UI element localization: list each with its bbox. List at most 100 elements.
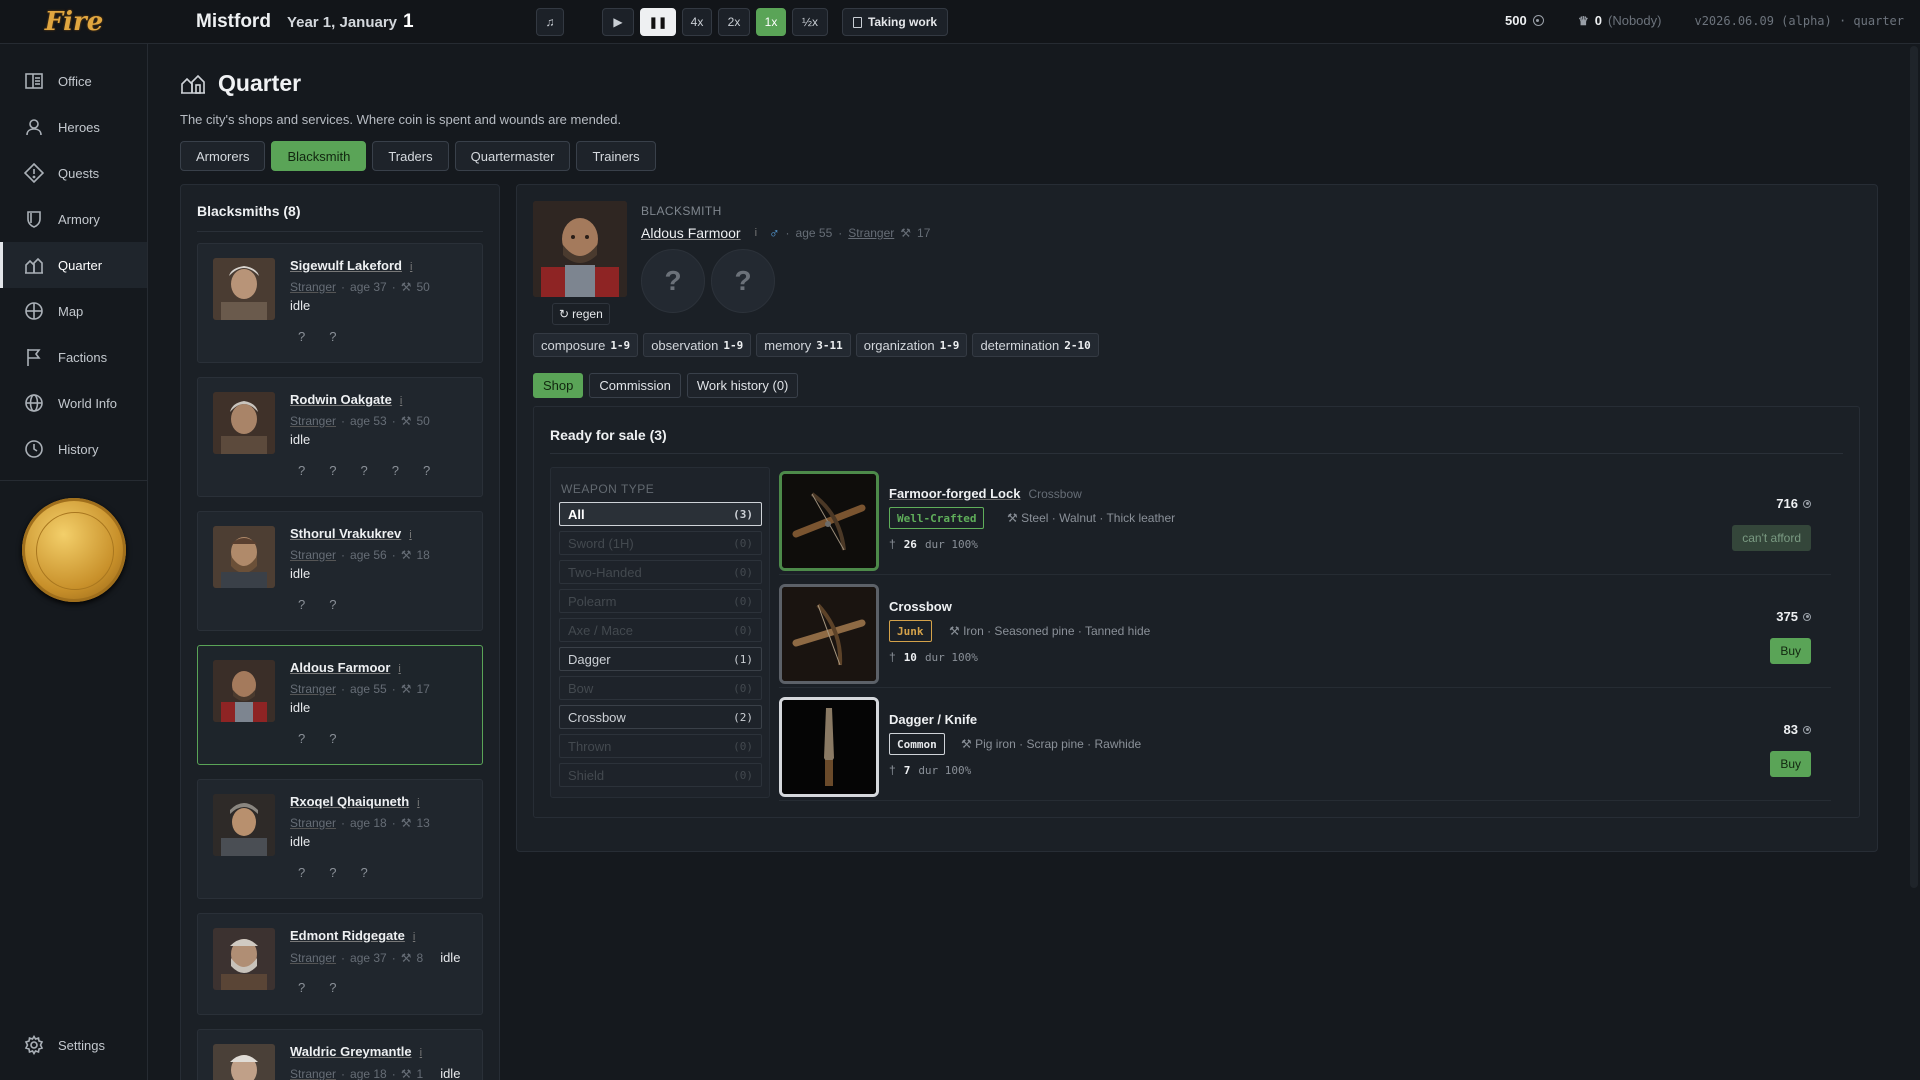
detail-age: age 55 — [795, 226, 833, 240]
item-materials: ⚒ Iron · Seasoned pine · Tanned hide — [949, 624, 1150, 638]
blacksmith-meta: Stranger · age 56 · ⚒ 18 — [290, 548, 430, 562]
unknown-trait-slot[interactable]: ? — [711, 249, 775, 313]
nav-heroes[interactable]: Heroes — [0, 104, 147, 150]
item-name[interactable]: Dagger / Knife — [889, 712, 977, 727]
blacksmith-card[interactable]: Sthorul Vrakukrev i Stranger · age 56 · ⚒ 18 i… — [197, 511, 483, 631]
filter-crossbow[interactable]: Crossbow (2) — [559, 705, 762, 729]
unknown-trait: ? — [298, 731, 306, 746]
blacksmith-meta: Stranger · age 37 · ⚒ 50 — [290, 280, 430, 294]
buy-button[interactable]: Buy — [1770, 751, 1811, 777]
tab-work-history[interactable]: Work history (0) — [686, 373, 799, 398]
speed-1x-button[interactable]: 1x — [756, 8, 786, 36]
blacksmith-name[interactable]: Sigewulf Lakeford i — [290, 258, 412, 273]
stat-list: composure 1-9 observation 1-9 memory 3-11 o… — [533, 333, 1099, 357]
nav-factions[interactable]: Factions — [0, 334, 147, 380]
tab-traders[interactable]: Traders — [372, 141, 449, 171]
pause-button[interactable]: ❚❚ — [640, 8, 676, 36]
info-icon[interactable]: i — [400, 395, 402, 407]
music-note-icon[interactable]: ♫ — [536, 8, 564, 36]
info-icon[interactable]: i — [755, 227, 757, 239]
blacksmith-card[interactable]: Rxoqel Qhaiquneth i Stranger · age 18 · ⚒ 13 i… — [197, 779, 483, 899]
regen-button[interactable]: ↻ regen — [552, 303, 610, 325]
quality-badge: Junk — [889, 620, 932, 642]
play-button[interactable]: ▶ — [602, 8, 634, 36]
item-name[interactable]: Farmoor-forged Lock — [889, 486, 1020, 501]
unknown-trait: ? — [298, 597, 306, 612]
hammer-icon: ⚒ — [961, 737, 976, 751]
speed-2x-button[interactable]: 2x — [718, 8, 750, 36]
stat-observation: observation 1-9 — [643, 333, 752, 357]
avatar — [213, 526, 275, 588]
page-scrollbar[interactable] — [1910, 46, 1918, 888]
info-icon[interactable]: i — [420, 1047, 422, 1059]
age: age 55 — [350, 682, 387, 696]
tab-commission[interactable]: Commission — [589, 373, 681, 398]
work-status-button[interactable]: Taking work — [842, 8, 948, 36]
buy-button[interactable]: Buy — [1770, 638, 1811, 664]
office-icon — [25, 73, 43, 89]
filter-all[interactable]: All (3) — [559, 502, 762, 526]
unknown-trait-slot[interactable]: ? — [641, 249, 705, 313]
blacksmith-meta: Stranger · age 18 · ⚒ 13 — [290, 816, 430, 830]
status-text: idle — [290, 298, 311, 313]
tab-shop[interactable]: Shop — [533, 373, 584, 398]
status-text: idle — [440, 950, 461, 965]
dagger-icon: † — [889, 537, 896, 551]
blacksmith-card[interactable]: Waldric Greymantle i Stranger · age 18 · ⚒ 1 id… — [197, 1029, 483, 1080]
blacksmith-name[interactable]: Sthorul Vrakukrev i — [290, 526, 412, 541]
info-icon[interactable]: i — [413, 931, 415, 943]
nav-armory[interactable]: Armory — [0, 196, 147, 242]
weapon-type-filter: WEAPON TYPE All (3) Sword (1H) (0) Two-Han… — [550, 467, 770, 798]
nav-world-info[interactable]: World Info — [0, 380, 147, 426]
cant-afford-button[interactable]: can't afford — [1732, 525, 1811, 551]
tab-armorers[interactable]: Armorers — [180, 141, 266, 171]
nav-history[interactable]: History — [0, 426, 147, 472]
info-icon[interactable]: i — [417, 797, 419, 809]
item-name-row: Farmoor-forged Lock Crossbow — [889, 486, 1082, 501]
item-durability: dur 100% — [924, 650, 978, 664]
speed-4x-button[interactable]: 4x — [682, 8, 712, 36]
detail-name-row: Aldous Farmoor i ♂ · age 55 · Stranger ⚒… — [641, 225, 930, 241]
blacksmith-card[interactable]: Sigewulf Lakeford i Stranger · age 37 · ⚒ 50 i… — [197, 243, 483, 363]
tab-quartermaster[interactable]: Quartermaster — [454, 141, 571, 171]
blacksmith-name[interactable]: Waldric Greymantle i — [290, 1044, 422, 1059]
age: age 18 — [350, 816, 387, 830]
skill: 50 — [416, 280, 430, 294]
info-icon[interactable]: i — [409, 529, 411, 541]
blacksmith-name[interactable]: Aldous Farmoor i — [290, 660, 401, 675]
blacksmith-card[interactable]: Rodwin Oakgate i Stranger · age 53 · ⚒ 50 idle… — [197, 377, 483, 497]
blacksmith-name[interactable]: Rodwin Oakgate i — [290, 392, 402, 407]
blacksmith-name[interactable]: Edmont Ridgegate i — [290, 928, 415, 943]
info-icon[interactable]: i — [410, 261, 412, 273]
nav-quarter[interactable]: Quarter — [0, 242, 147, 288]
tab-blacksmith[interactable]: Blacksmith — [271, 141, 367, 171]
avatar — [213, 392, 275, 454]
info-icon[interactable]: i — [398, 663, 400, 675]
flag-icon — [27, 349, 41, 366]
origin: Stranger — [290, 280, 337, 294]
speed-half-button[interactable]: ½x — [792, 8, 828, 36]
unknown-traits: ?? — [298, 597, 336, 612]
blacksmith-card-selected[interactable]: Aldous Farmoor i Stranger · age 55 · ⚒ 17 idle… — [197, 645, 483, 765]
item-name[interactable]: Crossbow — [889, 599, 952, 614]
divider — [550, 453, 1843, 454]
unknown-trait: ? — [329, 731, 337, 746]
blacksmith-card[interactable]: Edmont Ridgegate i Stranger · age 37 · ⚒ 8 idle… — [197, 913, 483, 1015]
filter-dagger[interactable]: Dagger (1) — [559, 647, 762, 671]
dagger-icon: † — [889, 763, 896, 777]
age: age 37 — [350, 950, 387, 965]
detail-name[interactable]: Aldous Farmoor — [641, 225, 741, 241]
item-stats: † 26 dur 100% — [889, 537, 978, 551]
filter-label: Shield — [568, 767, 605, 783]
blacksmith-name[interactable]: Rxoqel Qhaiquneth i — [290, 794, 420, 809]
materials-text: Pig iron · Scrap pine · Rawhide — [975, 737, 1142, 751]
name-text: Aldous Farmoor — [290, 660, 391, 675]
tab-trainers[interactable]: Trainers — [576, 141, 656, 171]
renown-counter: ♛ 0 (Nobody) — [1578, 13, 1661, 28]
age: age 53 — [350, 414, 387, 428]
nav-office[interactable]: Office — [0, 58, 147, 104]
nav-quests[interactable]: Quests — [0, 150, 147, 196]
nav-settings[interactable]: Settings — [0, 1022, 148, 1068]
nav-map[interactable]: Map — [0, 288, 147, 334]
gear-icon — [24, 1035, 44, 1055]
